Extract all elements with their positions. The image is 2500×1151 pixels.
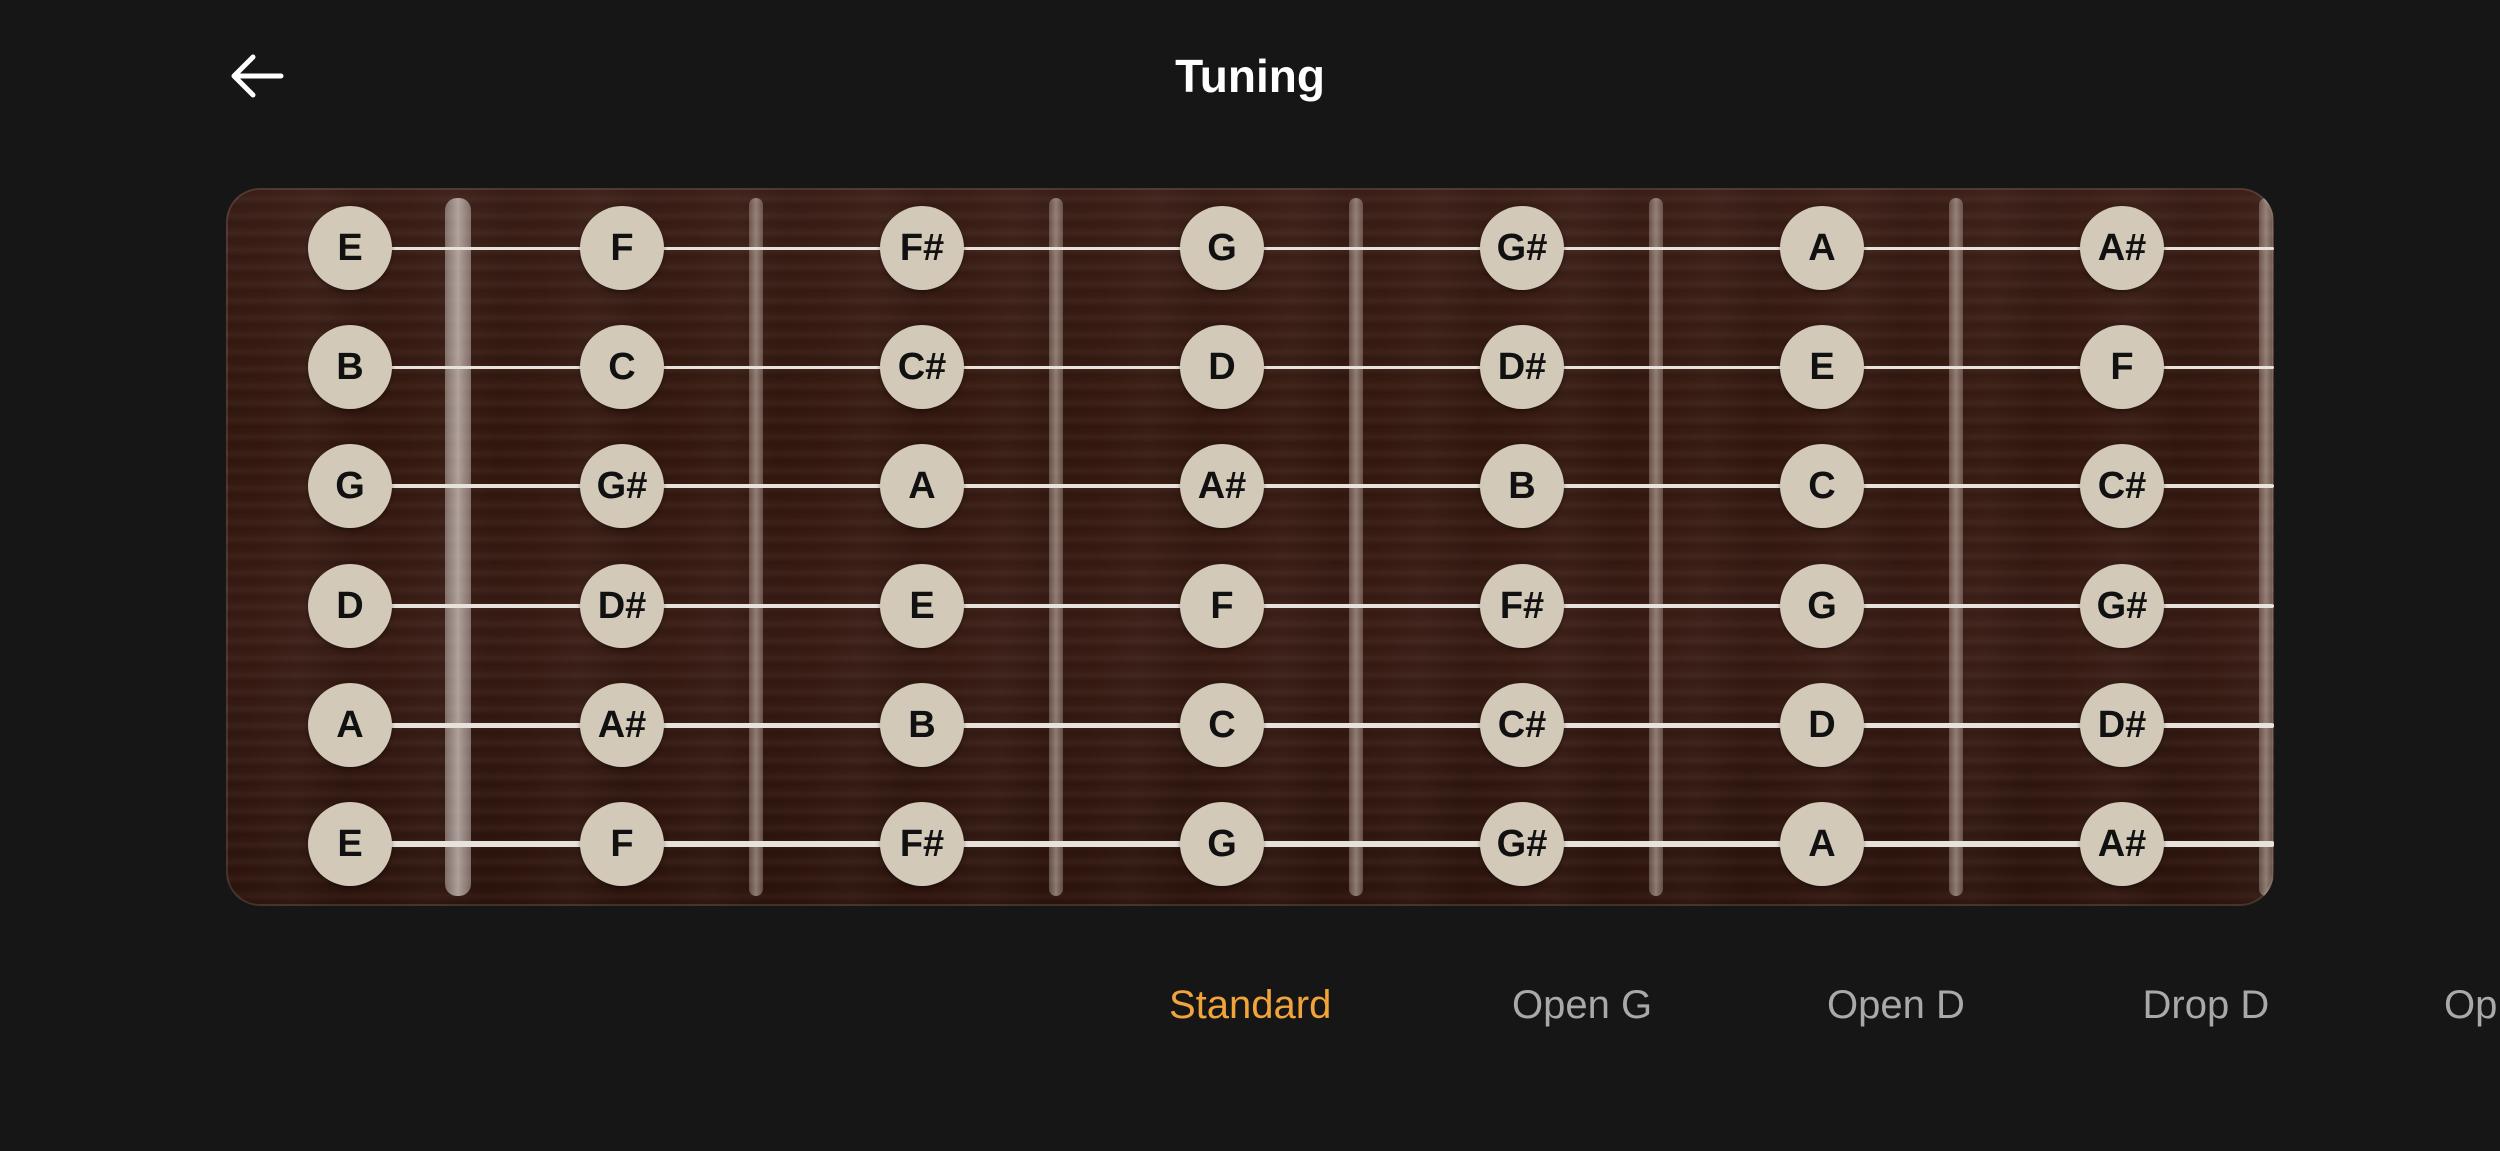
note-marker[interactable]: B (1480, 444, 1564, 528)
note-marker[interactable]: D (1180, 325, 1264, 409)
note-marker[interactable]: D# (1480, 325, 1564, 409)
note-marker[interactable]: A# (580, 683, 664, 767)
note-marker[interactable]: A (1780, 206, 1864, 290)
note-marker[interactable]: G (308, 444, 392, 528)
note-marker[interactable]: F (2080, 325, 2164, 409)
note-marker[interactable]: G (1780, 564, 1864, 648)
note-marker[interactable]: E (880, 564, 964, 648)
note-marker[interactable]: E (308, 802, 392, 886)
note-marker[interactable]: F# (1480, 564, 1564, 648)
note-marker[interactable]: A# (1180, 444, 1264, 528)
note-marker[interactable]: C (580, 325, 664, 409)
fret-wire (2259, 198, 2273, 896)
note-marker[interactable]: A# (2080, 206, 2164, 290)
fret-wire (1049, 198, 1063, 896)
note-marker[interactable]: D (1780, 683, 1864, 767)
note-marker[interactable]: F (1180, 564, 1264, 648)
header: Tuning (0, 0, 2500, 150)
note-marker[interactable]: E (1780, 325, 1864, 409)
note-marker[interactable]: F# (880, 802, 964, 886)
tuning-tab[interactable]: Open G (1512, 970, 1652, 1040)
note-marker[interactable]: C# (1480, 683, 1564, 767)
note-marker[interactable]: G# (1480, 802, 1564, 886)
note-marker[interactable]: B (308, 325, 392, 409)
note-marker[interactable]: A (308, 683, 392, 767)
note-marker[interactable]: C (1180, 683, 1264, 767)
note-marker[interactable]: G# (1480, 206, 1564, 290)
tuning-selector: Standard Open G Open D Drop D Op (0, 970, 2500, 1040)
note-marker[interactable]: A (880, 444, 964, 528)
tuning-tab[interactable]: Open D (1827, 970, 1965, 1040)
note-marker[interactable]: B (880, 683, 964, 767)
note-marker[interactable]: G (1180, 206, 1264, 290)
note-marker[interactable]: C# (880, 325, 964, 409)
note-marker[interactable]: G (1180, 802, 1264, 886)
page-title: Tuning (1175, 50, 1325, 102)
fret-wire (1349, 198, 1363, 896)
tuning-tab[interactable]: Op (2444, 970, 2497, 1040)
note-marker[interactable]: G# (580, 444, 664, 528)
note-marker[interactable]: D# (580, 564, 664, 648)
note-marker[interactable]: A (1780, 802, 1864, 886)
note-marker[interactable]: A# (2080, 802, 2164, 886)
note-marker[interactable]: F (580, 206, 664, 290)
tuning-tab[interactable]: Standard (1169, 970, 1331, 1040)
note-marker[interactable]: D# (2080, 683, 2164, 767)
note-marker[interactable]: C (1780, 444, 1864, 528)
note-marker[interactable]: C# (2080, 444, 2164, 528)
fret-wire (1649, 198, 1663, 896)
note-marker[interactable]: D (308, 564, 392, 648)
fretboard: E F F# G G# A A# B C C# D D# E F G G# A A# B C C# D D# E F F# G G# A… (226, 188, 2274, 906)
note-marker[interactable]: F (580, 802, 664, 886)
tuning-tab[interactable]: Drop D (2143, 970, 2270, 1040)
note-marker[interactable]: G# (2080, 564, 2164, 648)
fret-wire (749, 198, 763, 896)
note-marker[interactable]: E (308, 206, 392, 290)
fret-wire (1949, 198, 1963, 896)
note-marker[interactable]: F# (880, 206, 964, 290)
nut (445, 198, 471, 896)
